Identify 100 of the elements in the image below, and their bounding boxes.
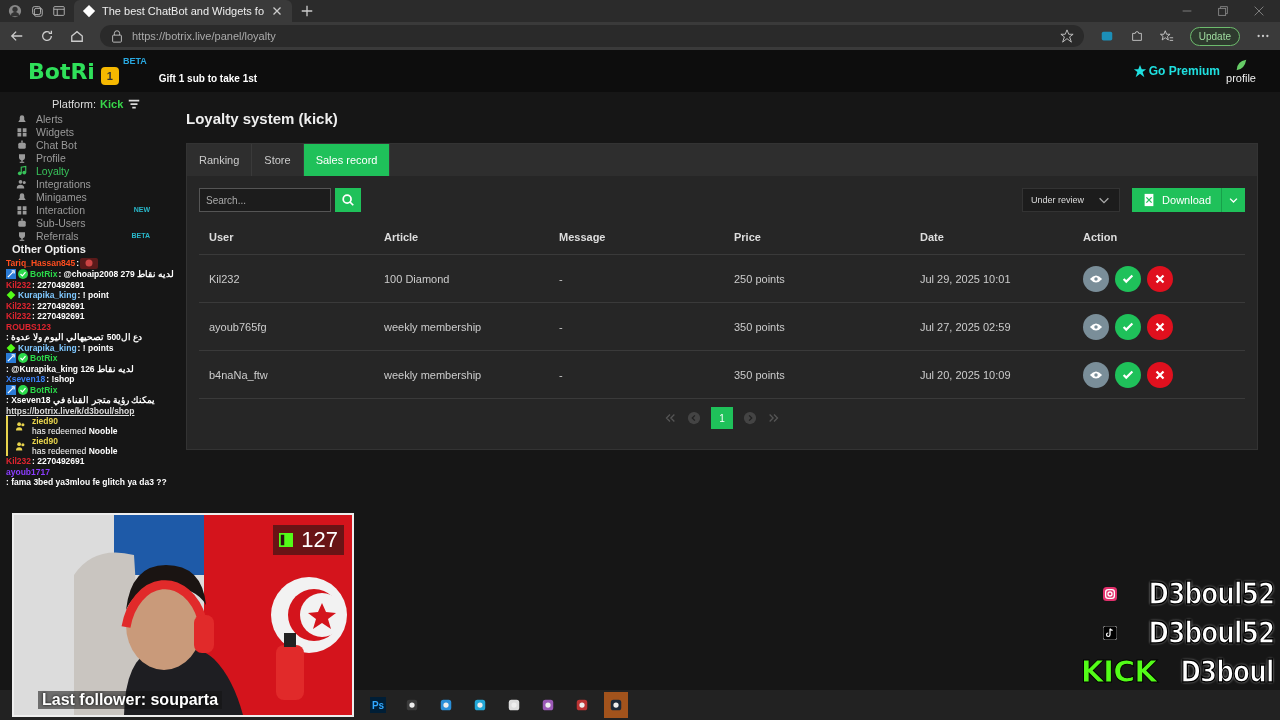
approve-button[interactable]	[1115, 361, 1141, 388]
chat-text: : 2270492691	[32, 300, 85, 311]
extension-icon	[1099, 29, 1114, 43]
chat-username: Kil232	[6, 300, 32, 311]
taskbar-app[interactable]: Ps	[366, 692, 390, 718]
table-cell-text: weekly membership	[384, 320, 483, 333]
approve-button[interactable]	[1115, 313, 1141, 340]
tab[interactable]: Ranking	[187, 144, 253, 176]
kick-logo-icon	[279, 533, 294, 547]
bell-icon	[16, 112, 28, 125]
restore-icon	[1216, 4, 1230, 18]
verified-icon	[18, 384, 28, 395]
sidebar-item[interactable]: Integrations	[6, 177, 180, 190]
chat-username: ayoub1717	[6, 466, 50, 477]
diamond-icon	[6, 290, 16, 301]
close-icon	[1252, 4, 1266, 18]
table-cell-text: -	[559, 368, 564, 381]
column-header: Action	[1083, 231, 1119, 243]
chat-username: Xseven18	[6, 374, 46, 385]
chat-text: : 2270492691	[32, 279, 85, 290]
app-icon	[541, 698, 555, 712]
first-page-icon	[663, 411, 677, 425]
chat-text: : ! point	[77, 290, 109, 301]
chat-username: zied90	[32, 436, 58, 446]
chat-text: : 2270492691	[32, 456, 85, 467]
address-bar[interactable]: https://botrix.live/panel/loyalty	[100, 25, 1084, 47]
grid-icon	[16, 203, 28, 216]
status-dropdown[interactable]: Under review	[1022, 188, 1121, 212]
view-button[interactable]	[1083, 361, 1109, 388]
chat-text: : دع ال500 تصحيهالي اليوم ولا عدوة	[6, 332, 143, 343]
platform-name[interactable]: Kick	[100, 98, 124, 110]
gift-text: Gift 1 sub to take 1st	[158, 72, 258, 84]
kick-logo: KICK	[1080, 654, 1157, 689]
robot-icon	[16, 216, 28, 229]
platform-label: Platform:	[52, 98, 96, 110]
column-header: Price	[734, 231, 762, 243]
table-cell-text: Jul 20, 2025 10:09	[920, 368, 1012, 381]
approve-button[interactable]	[1115, 265, 1141, 292]
tab[interactable]: Store	[252, 144, 304, 176]
chat-text: : fama 3bed ya3mlou fe glitch ya da3 ??	[6, 477, 167, 488]
logo[interactable]: BotRi	[28, 58, 95, 84]
leaf-icon	[1234, 58, 1248, 72]
reject-button[interactable]	[1147, 265, 1173, 292]
verified-icon	[18, 269, 28, 280]
chat-username: Kil232	[6, 279, 32, 290]
view-button[interactable]	[1083, 313, 1109, 340]
chat-username: zied90	[32, 416, 58, 426]
app-icon	[439, 698, 453, 712]
chat-text: has redeemed Nooble	[32, 426, 118, 436]
app-icon	[473, 698, 487, 712]
browser-tab[interactable]: The best ChatBot and Widgets fo	[74, 0, 293, 22]
taskbar-app[interactable]	[604, 692, 628, 718]
view-button[interactable]	[1083, 265, 1109, 292]
last-follower-text: Last follower: souparta	[38, 691, 223, 709]
reject-button[interactable]	[1147, 361, 1173, 388]
update-button[interactable]: Update	[1189, 26, 1240, 46]
back-icon	[10, 29, 24, 43]
chat-text: : @Kurapika_king 126 لديه نقاط	[6, 363, 135, 374]
column-header: Date	[920, 231, 945, 243]
chat-username: Kil232	[6, 311, 32, 322]
sidebar-item[interactable]: Alerts	[6, 112, 180, 125]
verified-icon	[18, 353, 28, 364]
table-cell-text: Kil232	[209, 272, 241, 285]
app-icon	[405, 698, 419, 712]
table-cell-text: -	[559, 272, 564, 285]
users-icon	[16, 441, 26, 451]
lock-icon	[110, 29, 124, 43]
sidebar-item[interactable]: Chat Bot	[6, 138, 180, 151]
sidebar-item[interactable]: Sub-Users	[6, 216, 180, 229]
tab-actions-icon	[52, 4, 66, 18]
chat-username: Kurapika_king	[18, 290, 77, 301]
sidebar-item[interactable]: Profile	[6, 151, 180, 164]
search-field[interactable]: Search...	[199, 188, 331, 212]
robot-icon	[16, 138, 28, 151]
table-cell-text: 100 Diamond	[384, 272, 451, 285]
table-cell-text: -	[559, 320, 564, 333]
table-cell-text: 350 points	[734, 320, 786, 333]
sidebar-item[interactable]: Widgets	[6, 125, 180, 138]
social-handle: D3boul52	[1148, 576, 1274, 611]
column-header: Message	[559, 231, 607, 243]
chat-username: Kil232	[6, 456, 32, 467]
table-cell-text: 350 points	[734, 368, 786, 381]
app-icon	[507, 698, 521, 712]
chat-username: BotRix	[30, 269, 58, 280]
reject-button[interactable]	[1147, 313, 1173, 340]
app-icon	[575, 698, 589, 712]
rank-badge: 1	[100, 67, 119, 85]
chat-text: : @choaip2008 279 لديه نقاط	[58, 269, 175, 280]
sidebar-item[interactable]: Minigames	[6, 190, 180, 203]
profile-link[interactable]: profile	[1226, 58, 1256, 84]
dropdown-toggle[interactable]	[1221, 188, 1245, 212]
sidebar-item[interactable]: Loyalty	[6, 164, 180, 177]
chat-text: has redeemed Nooble	[32, 446, 118, 456]
go-premium-link[interactable]: Go Premium	[1132, 64, 1221, 78]
trophy-icon	[16, 229, 28, 242]
last-page-icon	[767, 411, 781, 425]
workspaces-icon	[30, 4, 44, 18]
link[interactable]: https://botrix.live/k/d3boul/shop	[6, 405, 135, 416]
page-title: Loyalty system (kick)	[186, 110, 339, 127]
grid-icon	[16, 125, 28, 138]
